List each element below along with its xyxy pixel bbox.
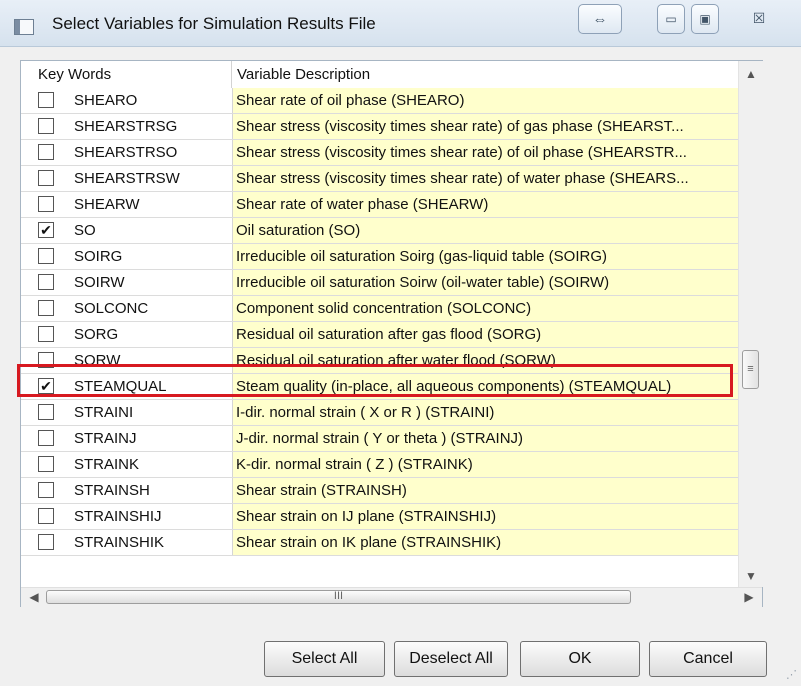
variable-description: I-dir. normal strain ( X or R ) (STRAINI… bbox=[233, 400, 738, 425]
table-row[interactable]: SOIRG Irreducible oil saturation Soirg (g… bbox=[21, 244, 738, 270]
resize-grip-icon[interactable]: ⋰ bbox=[786, 668, 797, 681]
variable-description: Shear stress (viscosity times shear rate… bbox=[233, 166, 738, 191]
table-row[interactable]: STRAINSHIK Shear strain on IK plane (STRA… bbox=[21, 530, 738, 556]
row-checkbox[interactable] bbox=[38, 274, 54, 290]
table-row[interactable]: STRAINSH Shear strain (STRAINSH) bbox=[21, 478, 738, 504]
row-checkbox[interactable] bbox=[38, 508, 54, 524]
vertical-scroll-thumb[interactable]: ≡ bbox=[742, 350, 759, 389]
table-row[interactable]: ✔ STEAMQUAL Steam quality (in-place, all a… bbox=[21, 374, 738, 400]
table-row[interactable]: SOLCONC Component solid concentration (SO… bbox=[21, 296, 738, 322]
key-word: SO bbox=[74, 222, 96, 239]
variable-description: Oil saturation (SO) bbox=[233, 218, 738, 243]
variable-description: Shear rate of oil phase (SHEARO) bbox=[233, 88, 738, 113]
row-checkbox[interactable] bbox=[38, 144, 54, 160]
row-checkbox[interactable] bbox=[38, 482, 54, 498]
table-row[interactable]: SHEARSTRSO Shear stress (viscosity times … bbox=[21, 140, 738, 166]
restore-button[interactable]: ▣ bbox=[691, 4, 719, 34]
key-word: SHEARW bbox=[74, 196, 140, 213]
table-row[interactable]: SORG Residual oil saturation after gas fl… bbox=[21, 322, 738, 348]
table-row[interactable]: SHEARSTRSW Shear stress (viscosity times … bbox=[21, 166, 738, 192]
key-word: STRAINK bbox=[74, 456, 140, 473]
row-checkbox[interactable] bbox=[38, 92, 54, 108]
row-checkbox[interactable] bbox=[38, 118, 54, 134]
title-bar[interactable]: Select Variables for Simulation Results … bbox=[0, 0, 801, 47]
key-word: SOLCONC bbox=[74, 300, 149, 317]
row-checkbox[interactable]: ✔ bbox=[38, 378, 54, 394]
minimize-button[interactable]: ▭ bbox=[657, 4, 685, 34]
scroll-right-icon[interactable]: ▶ bbox=[741, 589, 757, 605]
horizontal-scroll-thumb[interactable]: III bbox=[46, 590, 631, 604]
row-checkbox[interactable] bbox=[38, 534, 54, 550]
key-word: SOIRW bbox=[74, 274, 125, 291]
variable-description: Shear rate of water phase (SHEARW) bbox=[233, 192, 738, 217]
variable-description: Shear strain on IJ plane (STRAINSHIJ) bbox=[233, 504, 738, 529]
key-word: SORW bbox=[74, 352, 121, 369]
select-all-button[interactable]: Select All bbox=[264, 641, 385, 677]
variable-description: Irreducible oil saturation Soirg (gas-li… bbox=[233, 244, 738, 269]
key-word: SOIRG bbox=[74, 248, 123, 265]
simulation-results-dialog: Select Variables for Simulation Results … bbox=[0, 0, 801, 686]
header-key-words[interactable]: Key Words bbox=[21, 61, 232, 88]
row-checkbox[interactable] bbox=[38, 300, 54, 316]
variable-description: Irreducible oil saturation Soirw (oil-wa… bbox=[233, 270, 738, 295]
table-row[interactable]: SHEARSTRSG Shear stress (viscosity times … bbox=[21, 114, 738, 140]
row-checkbox[interactable] bbox=[38, 404, 54, 420]
header-variable-description[interactable]: Variable Description bbox=[233, 61, 741, 88]
key-word: SORG bbox=[74, 326, 119, 343]
table-header: Key Words Variable Description S bbox=[21, 61, 762, 89]
swap-icon[interactable]: ⇔ bbox=[578, 4, 622, 34]
variable-description: Steam quality (in-place, all aqueous com… bbox=[233, 374, 738, 399]
variable-description: J-dir. normal strain ( Y or theta ) (STR… bbox=[233, 426, 738, 451]
variable-description: Shear strain (STRAINSH) bbox=[233, 478, 738, 503]
row-checkbox[interactable] bbox=[38, 196, 54, 212]
scroll-up-icon[interactable]: ▲ bbox=[743, 66, 759, 82]
key-word: SHEARSTRSW bbox=[74, 170, 180, 187]
table-row[interactable]: SOIRW Irreducible oil saturation Soirw (o… bbox=[21, 270, 738, 296]
table-row[interactable]: STRAINSHIJ Shear strain on IJ plane (STRA… bbox=[21, 504, 738, 530]
key-word: SHEARO bbox=[74, 92, 138, 109]
key-word: SHEARSTRSG bbox=[74, 118, 178, 135]
row-checkbox[interactable] bbox=[38, 326, 54, 342]
variable-description: Shear strain on IK plane (STRAINSHIK) bbox=[233, 530, 738, 555]
horizontal-scrollbar[interactable]: ◀ III ▶ bbox=[21, 587, 762, 607]
cancel-button[interactable]: Cancel bbox=[649, 641, 767, 677]
row-checkbox[interactable] bbox=[38, 456, 54, 472]
scroll-down-icon[interactable]: ▼ bbox=[743, 568, 759, 584]
scroll-left-icon[interactable]: ◀ bbox=[26, 589, 42, 605]
key-word: STEAMQUAL bbox=[74, 378, 167, 395]
app-window-icon bbox=[14, 19, 34, 35]
table-row[interactable]: STRAINJ J-dir. normal strain ( Y or theta… bbox=[21, 426, 738, 452]
table-row[interactable]: SHEARW Shear rate of water phase (SHEARW) bbox=[21, 192, 738, 218]
row-checkbox[interactable] bbox=[38, 248, 54, 264]
key-word: STRAINJ bbox=[74, 430, 137, 447]
table-row[interactable]: SHEARO Shear rate of oil phase (SHEARO) bbox=[21, 88, 738, 114]
key-word: STRAINSH bbox=[74, 482, 150, 499]
table-row[interactable]: STRAINK K-dir. normal strain ( Z ) (STRAI… bbox=[21, 452, 738, 478]
variable-description: Residual oil saturation after water floo… bbox=[233, 348, 738, 373]
variable-description: K-dir. normal strain ( Z ) (STRAINK) bbox=[233, 452, 738, 477]
variable-description: Component solid concentration (SOLCONC) bbox=[233, 296, 738, 321]
dialog-buttons: Select All Deselect All OK Cancel bbox=[0, 641, 801, 679]
key-word: SHEARSTRSO bbox=[74, 144, 178, 161]
row-checkbox[interactable] bbox=[38, 352, 54, 368]
close-button[interactable]: ☒ bbox=[736, 4, 782, 32]
table-row[interactable]: SORW Residual oil saturation after water … bbox=[21, 348, 738, 374]
row-checkbox[interactable]: ✔ bbox=[38, 222, 54, 238]
variable-description: Residual oil saturation after gas flood … bbox=[233, 322, 738, 347]
variable-description: Shear stress (viscosity times shear rate… bbox=[233, 114, 738, 139]
row-checkbox[interactable] bbox=[38, 430, 54, 446]
key-word: STRAINSHIJ bbox=[74, 508, 162, 525]
deselect-all-button[interactable]: Deselect All bbox=[394, 641, 508, 677]
table-body: SHEARO Shear rate of oil phase (SHEARO) S… bbox=[21, 88, 738, 587]
ok-button[interactable]: OK bbox=[520, 641, 640, 677]
key-word: STRAINSHIK bbox=[74, 534, 165, 551]
variable-description: Shear stress (viscosity times shear rate… bbox=[233, 140, 738, 165]
key-word: STRAINI bbox=[74, 404, 134, 421]
row-checkbox[interactable] bbox=[38, 170, 54, 186]
table-row[interactable]: ✔ SO Oil saturation (SO) bbox=[21, 218, 738, 244]
table-row[interactable]: STRAINI I-dir. normal strain ( X or R ) (… bbox=[21, 400, 738, 426]
dialog-title: Select Variables for Simulation Results … bbox=[52, 14, 376, 33]
variable-table[interactable]: Key Words Variable Description S SHEAROS… bbox=[20, 60, 763, 607]
vertical-scrollbar[interactable]: ▲ ≡ ▼ bbox=[738, 61, 763, 587]
